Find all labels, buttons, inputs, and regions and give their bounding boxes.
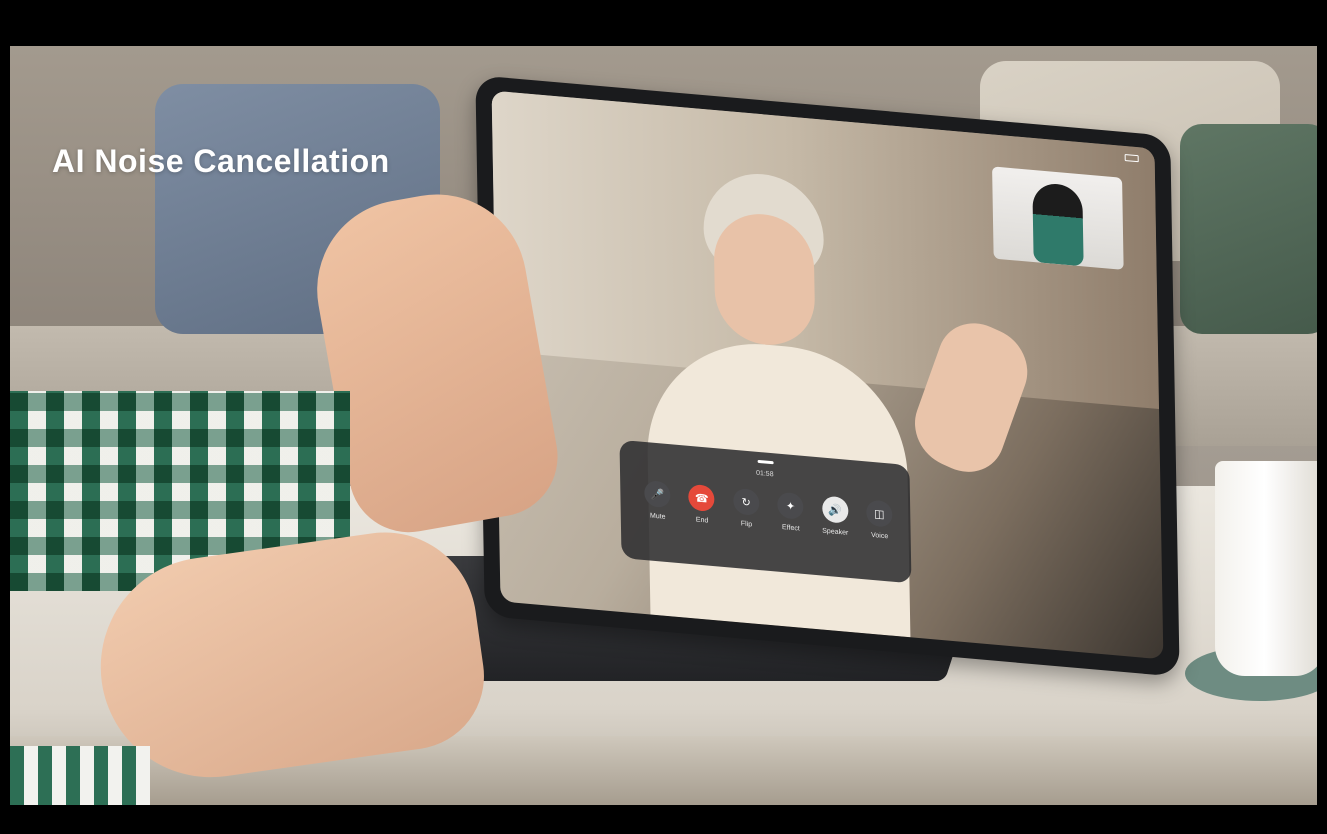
magic-wand-icon: ✦ <box>777 491 804 520</box>
feature-title: AI Noise Cancellation <box>52 143 390 179</box>
call-controls: 🎤 Mute ☎ End ↻ Flip ✦ Effect 🔊 Speaker ◫… <box>638 479 899 541</box>
camera-flip-icon: ↻ <box>732 487 760 517</box>
self-view-person <box>1032 181 1084 267</box>
panel-handle[interactable] <box>757 459 774 465</box>
speaker-icon: 🔊 <box>821 495 849 524</box>
self-view-thumbnail[interactable] <box>992 166 1124 270</box>
white-cup <box>1215 461 1317 676</box>
voice-button[interactable]: ◫ Voice <box>860 499 899 541</box>
phone-hangup-icon: ☎ <box>688 483 715 513</box>
speaker-label: Speaker <box>822 527 849 537</box>
effect-button[interactable]: ✦ Effect <box>771 491 810 533</box>
flip-label: Flip <box>740 520 753 529</box>
tablet-screen: 01:58 🎤 Mute ☎ End ↻ Flip ✦ Effect 🔊 Spe… <box>491 90 1164 660</box>
letterbox-top <box>0 0 1327 46</box>
microphone-icon: 🎤 <box>644 479 671 509</box>
tablet: 01:58 🎤 Mute ☎ End ↻ Flip ✦ Effect 🔊 Spe… <box>475 75 1180 677</box>
letterbox-bottom <box>0 805 1327 834</box>
voice-switch-icon: ◫ <box>866 499 893 528</box>
effect-label: Effect <box>781 524 800 533</box>
green-pillow <box>1180 124 1317 334</box>
end-call-button[interactable]: ☎ End <box>683 483 722 525</box>
mute-label: Mute <box>649 512 666 521</box>
status-bar <box>1124 154 1139 163</box>
voice-label: Voice <box>871 531 889 541</box>
plaid-sleeve-bottom <box>10 746 150 805</box>
video-frame: 01:58 🎤 Mute ☎ End ↻ Flip ✦ Effect 🔊 Spe… <box>0 0 1327 834</box>
battery-icon <box>1124 154 1139 163</box>
flip-camera-button[interactable]: ↻ Flip <box>727 487 766 529</box>
speaker-button[interactable]: 🔊 Speaker <box>816 495 855 537</box>
end-label: End <box>695 516 709 525</box>
mute-button[interactable]: 🎤 Mute <box>638 479 677 521</box>
